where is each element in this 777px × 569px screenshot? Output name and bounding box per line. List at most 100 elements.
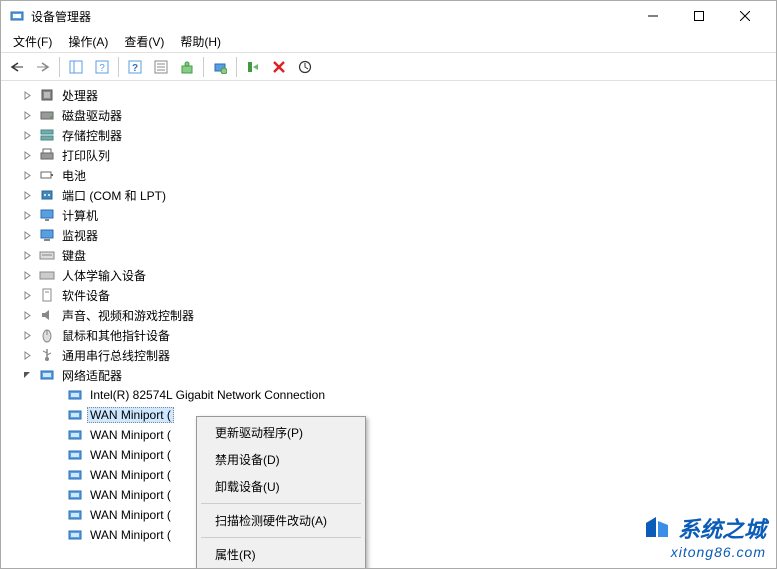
ctx-disable[interactable]: 禁用设备(D) [199,446,363,473]
adapter-icon [67,427,83,443]
software-icon [39,287,55,303]
category-label: 人体学输入设备 [59,266,149,285]
window-title: 设备管理器 [31,8,630,25]
scan-hardware-button[interactable] [208,55,232,79]
adapter-icon [67,527,83,543]
device-label: WAN Miniport ( [87,527,174,543]
expander-icon[interactable] [21,209,33,221]
category-software[interactable]: 软件设备 [1,285,776,305]
app-icon [9,8,25,24]
close-button[interactable] [722,1,768,31]
category-cpu[interactable]: 处理器 [1,85,776,105]
expander-icon[interactable] [21,229,33,241]
category-port[interactable]: 端口 (COM 和 LPT) [1,185,776,205]
titlebar: 设备管理器 [1,1,776,31]
menu-help[interactable]: 帮助(H) [172,31,229,52]
maximize-button[interactable] [676,1,722,31]
device-item[interactable]: WAN Miniport ( [1,525,776,545]
enable-button[interactable] [241,55,265,79]
minimize-button[interactable] [630,1,676,31]
ctx-uninstall[interactable]: 卸载设备(U) [199,473,363,500]
category-battery[interactable]: 电池 [1,165,776,185]
svg-text:?: ? [132,63,138,74]
ctx-properties[interactable]: 属性(R) [199,541,363,568]
device-tree[interactable]: 处理器磁盘驱动器存储控制器打印队列电池端口 (COM 和 LPT)计算机监视器键… [1,81,776,568]
update-driver-button[interactable] [175,55,199,79]
expander-icon[interactable] [21,349,33,361]
category-computer[interactable]: 计算机 [1,205,776,225]
audio-icon [39,307,55,323]
category-label: 网络适配器 [59,366,125,385]
device-item[interactable]: WAN Miniport ( [1,505,776,525]
device-item[interactable]: Intel(R) 82574L Gigabit Network Connecti… [1,385,776,405]
category-label: 端口 (COM 和 LPT) [59,186,169,205]
expander-icon[interactable] [21,169,33,181]
category-label: 处理器 [59,86,101,105]
menubar: 文件(F) 操作(A) 查看(V) 帮助(H) [1,31,776,53]
toolbar: ? ? [1,53,776,81]
refresh-button[interactable] [293,55,317,79]
category-usb[interactable]: 通用串行总线控制器 [1,345,776,365]
category-label: 磁盘驱动器 [59,106,125,125]
category-keyboard[interactable]: 键盘 [1,245,776,265]
category-label: 存储控制器 [59,126,125,145]
expander-icon[interactable] [21,249,33,261]
ctx-separator [201,503,361,504]
properties-button[interactable]: ? [123,55,147,79]
category-storage[interactable]: 存储控制器 [1,125,776,145]
forward-button[interactable] [31,55,55,79]
disk-icon [39,107,55,123]
port-icon [39,187,55,203]
category-label: 声音、视频和游戏控制器 [59,306,197,325]
ctx-scan[interactable]: 扫描检测硬件改动(A) [199,507,363,534]
category-label: 鼠标和其他指针设备 [59,326,173,345]
context-menu: 更新驱动程序(P) 禁用设备(D) 卸载设备(U) 扫描检测硬件改动(A) 属性… [196,416,366,569]
expander-icon[interactable] [21,109,33,121]
category-label: 电池 [59,166,89,185]
category-label: 键盘 [59,246,89,265]
device-item[interactable]: WAN Miniport ( [1,425,776,445]
show-hide-tree-button[interactable] [64,55,88,79]
device-item[interactable]: WAN Miniport ( [1,405,776,425]
expander-icon[interactable] [21,189,33,201]
category-disk[interactable]: 磁盘驱动器 [1,105,776,125]
adapter-icon [67,407,83,423]
menu-file[interactable]: 文件(F) [5,31,60,52]
device-item[interactable]: WAN Miniport ( [1,465,776,485]
ctx-update-driver[interactable]: 更新驱动程序(P) [199,419,363,446]
adapter-icon [67,507,83,523]
expander-icon[interactable] [21,369,33,381]
category-label: 计算机 [59,206,101,225]
category-monitor[interactable]: 监视器 [1,225,776,245]
back-button[interactable] [5,55,29,79]
expander-icon[interactable] [21,129,33,141]
keyboard-icon [39,247,55,263]
network-icon [39,367,55,383]
expander-icon[interactable] [21,309,33,321]
category-label: 通用串行总线控制器 [59,346,173,365]
category-network[interactable]: 网络适配器 [1,365,776,385]
expander-icon[interactable] [21,329,33,341]
expander-icon[interactable] [21,269,33,281]
device-item[interactable]: WAN Miniport ( [1,445,776,465]
hid-icon [39,267,55,283]
help-button[interactable]: ? [90,55,114,79]
monitor-icon [39,227,55,243]
device-label: WAN Miniport ( [87,467,174,483]
menu-view[interactable]: 查看(V) [116,31,172,52]
computer-icon [39,207,55,223]
adapter-icon [67,487,83,503]
ctx-separator [201,537,361,538]
expander-icon[interactable] [21,149,33,161]
uninstall-button[interactable] [267,55,291,79]
device-item[interactable]: WAN Miniport ( [1,485,776,505]
category-printer[interactable]: 打印队列 [1,145,776,165]
list-button[interactable] [149,55,173,79]
menu-action[interactable]: 操作(A) [60,31,116,52]
expander-icon[interactable] [21,89,33,101]
expander-icon[interactable] [21,289,33,301]
category-mouse[interactable]: 鼠标和其他指针设备 [1,325,776,345]
category-hid[interactable]: 人体学输入设备 [1,265,776,285]
category-audio[interactable]: 声音、视频和游戏控制器 [1,305,776,325]
category-label: 软件设备 [59,286,113,305]
